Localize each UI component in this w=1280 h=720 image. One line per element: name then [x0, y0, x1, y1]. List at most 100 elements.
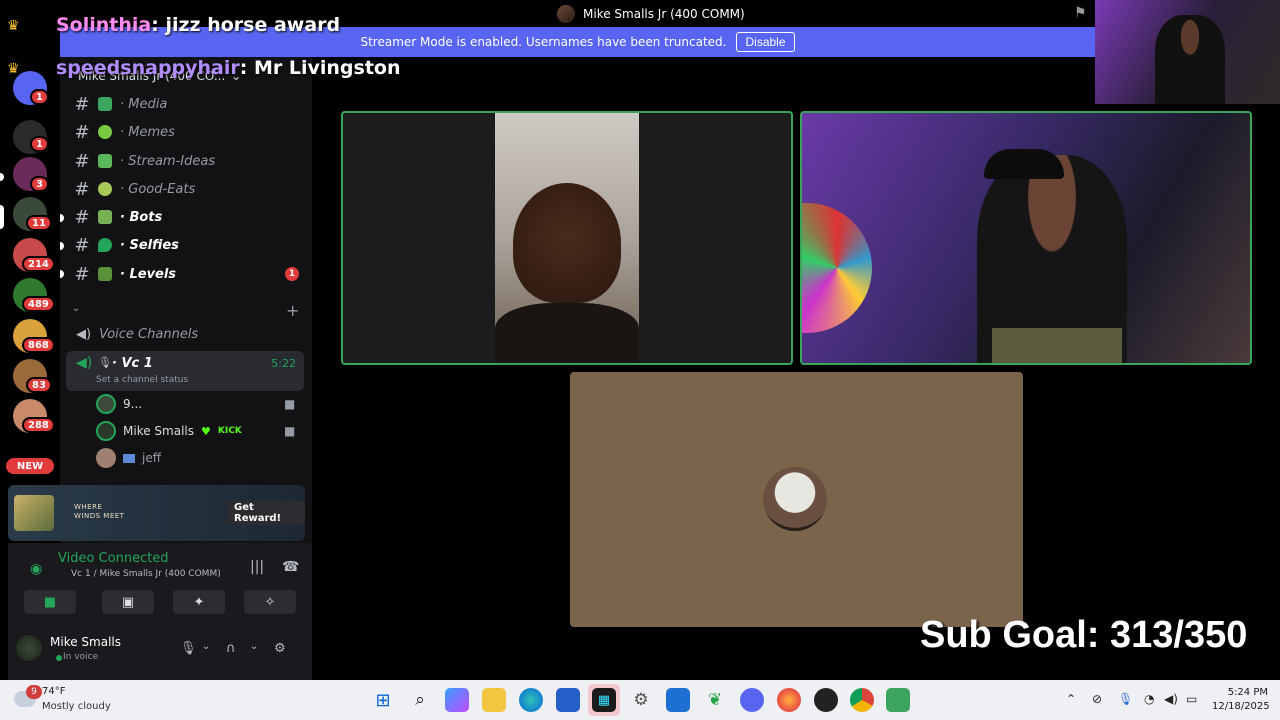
- leaf-app-icon[interactable]: ❦: [703, 688, 727, 712]
- server-badge: 11: [26, 215, 52, 231]
- chat-message: speedsnappyhair: Mr Livingston: [56, 57, 401, 79]
- melon-icon: [98, 182, 112, 196]
- voice-channel-name: · Vc 1: [112, 356, 153, 371]
- noise-suppression-icon[interactable]: |||: [250, 559, 264, 575]
- hash-icon: #: [74, 150, 90, 172]
- mic-tray-icon[interactable]: 🎙: [1118, 692, 1133, 706]
- camera-icon: ■: [43, 594, 57, 610]
- channel-status-text[interactable]: Set a channel status: [96, 375, 188, 385]
- obs-icon[interactable]: [814, 688, 838, 712]
- crown-icon: ♛: [7, 61, 20, 77]
- discord-icon[interactable]: [740, 688, 764, 712]
- channel-media[interactable]: # · Media: [74, 92, 167, 116]
- server-badge: 489: [22, 296, 55, 312]
- hash-icon: #: [74, 263, 90, 285]
- member-name: jeff: [142, 451, 161, 465]
- file-explorer-icon[interactable]: [482, 688, 506, 712]
- system-clock[interactable]: 5:24 PM 12/18/2025: [1212, 686, 1270, 714]
- chrome-icon[interactable]: [850, 688, 874, 712]
- battery-icon[interactable]: ▭: [1186, 692, 1197, 706]
- clock-date: 12/18/2025: [1212, 701, 1270, 712]
- video-tile-participant-2[interactable]: [800, 111, 1252, 365]
- headphones-icon[interactable]: ∩: [226, 641, 236, 656]
- screen-share-button[interactable]: ▣: [102, 590, 154, 614]
- volume-icon[interactable]: ◀): [1164, 692, 1178, 706]
- chevron-up-icon[interactable]: ⌃: [1066, 692, 1076, 706]
- video-tile-participant-1[interactable]: [341, 111, 793, 365]
- store-icon[interactable]: [556, 688, 580, 712]
- member-name: Mike Smalls: [123, 424, 194, 438]
- sync-off-icon[interactable]: ⊘: [1092, 692, 1102, 706]
- camera-toggle-button[interactable]: ■: [24, 590, 76, 614]
- tv-icon: [98, 97, 112, 111]
- gear-icon[interactable]: ⚙: [274, 641, 286, 656]
- user-avatar[interactable]: [16, 635, 42, 661]
- channel-good-eats[interactable]: # · Good-Eats: [74, 177, 195, 201]
- add-channel-icon[interactable]: +: [286, 301, 299, 320]
- speaker-active-icon: ◀): [76, 355, 93, 371]
- inbox-flag-icon[interactable]: ⚑: [1074, 5, 1087, 21]
- chevron-down-icon[interactable]: ⌄: [250, 641, 258, 652]
- voice-channel-vc1[interactable]: ◀) 🎙 · Vc 1 5:22 Set a channel status: [66, 351, 304, 391]
- get-reward-button[interactable]: Get Reward!: [226, 501, 305, 525]
- activities-button[interactable]: ✦: [173, 590, 225, 614]
- avatar: [96, 448, 116, 468]
- wifi-icon[interactable]: ◔: [1144, 692, 1154, 706]
- reward-promo[interactable]: WHERE WINDS MEET Get Reward!: [8, 485, 305, 541]
- disconnect-icon[interactable]: ☎: [282, 559, 299, 575]
- channel-bots[interactable]: # · Bots: [74, 205, 162, 229]
- channel-levels[interactable]: # · Levels: [74, 262, 176, 286]
- chevron-down-icon[interactable]: ⌄: [202, 641, 210, 652]
- disable-streamer-mode-button[interactable]: Disable: [736, 32, 795, 52]
- user-panel: Mike Smalls In voice 🎙 ⌄ ∩ ⌄ ⚙: [8, 625, 305, 675]
- settings-gear-icon[interactable]: ⚙: [629, 688, 653, 712]
- logo-line2: WINDS MEET: [74, 512, 125, 520]
- unread-pill: [0, 173, 4, 181]
- connection-status[interactable]: Video Connected: [58, 551, 169, 566]
- voice-member[interactable]: 9... ■: [96, 393, 295, 415]
- voice-member[interactable]: jeff: [96, 447, 161, 469]
- edge-browser-icon[interactable]: [519, 688, 543, 712]
- green-apple-icon: [98, 125, 112, 139]
- voice-member[interactable]: Mike Smalls ♥ KICK ■: [96, 420, 295, 442]
- hash-icon: #: [74, 234, 90, 256]
- home-badge: 1: [30, 89, 49, 105]
- voice-timer: 5:22: [271, 357, 296, 370]
- taskbar: 9 74°F Mostly cloudy ⊞ ⌕ ▦ ⚙ ❦ ⌃ ⊘ 🎙 ◔ ◀…: [0, 680, 1280, 720]
- photos-icon[interactable]: [666, 688, 690, 712]
- hash-icon: #: [74, 121, 90, 143]
- participant-shirt: [495, 303, 639, 363]
- collapse-chevron-icon[interactable]: ⌄: [72, 303, 80, 314]
- firefox-icon[interactable]: [777, 688, 801, 712]
- channel-stream-ideas[interactable]: # · Stream-Ideas: [74, 149, 215, 173]
- search-icon[interactable]: ⌕: [408, 688, 432, 712]
- channel-sidebar: Mike Smalls Jr (400 CO... ⌄ # · Media # …: [8, 57, 312, 680]
- user-status: In voice: [63, 652, 99, 662]
- green-app-icon[interactable]: [886, 688, 910, 712]
- unread-indicator: [60, 214, 64, 222]
- channel-label: · Media: [120, 96, 168, 112]
- mic-icon: 🎙: [98, 356, 112, 369]
- participant-face: [513, 183, 621, 303]
- streaming-app-icon[interactable]: ▦: [592, 688, 616, 712]
- green-heart-icon: ♥: [201, 424, 211, 438]
- video-tile-participant-3[interactable]: [570, 372, 1023, 627]
- windows-start-icon[interactable]: ⊞: [371, 688, 395, 712]
- crown-icon: ♛: [7, 18, 20, 34]
- green-heart-icon: [98, 238, 112, 252]
- voice-channels-label: Voice Channels: [99, 327, 199, 342]
- signal-icon: ◉: [30, 561, 43, 577]
- member-name: 9...: [123, 397, 143, 411]
- soundboard-button[interactable]: ✧: [244, 590, 296, 614]
- copilot-icon[interactable]: [445, 688, 469, 712]
- hash-icon: #: [74, 206, 90, 228]
- channel-label: · Bots: [120, 209, 163, 225]
- voice-channels-header[interactable]: ◀) Voice Channels: [76, 327, 198, 342]
- camera-icon: ■: [284, 397, 296, 411]
- mic-icon[interactable]: 🎙: [180, 641, 197, 656]
- weather-condition: Mostly cloudy: [42, 701, 111, 712]
- channel-memes[interactable]: # · Memes: [74, 120, 174, 144]
- connection-location[interactable]: Vc 1 / Mike Smalls Jr (400 COMM): [71, 569, 221, 579]
- channel-selfies[interactable]: # · Selfies: [74, 233, 178, 257]
- notebook-icon: [98, 154, 112, 168]
